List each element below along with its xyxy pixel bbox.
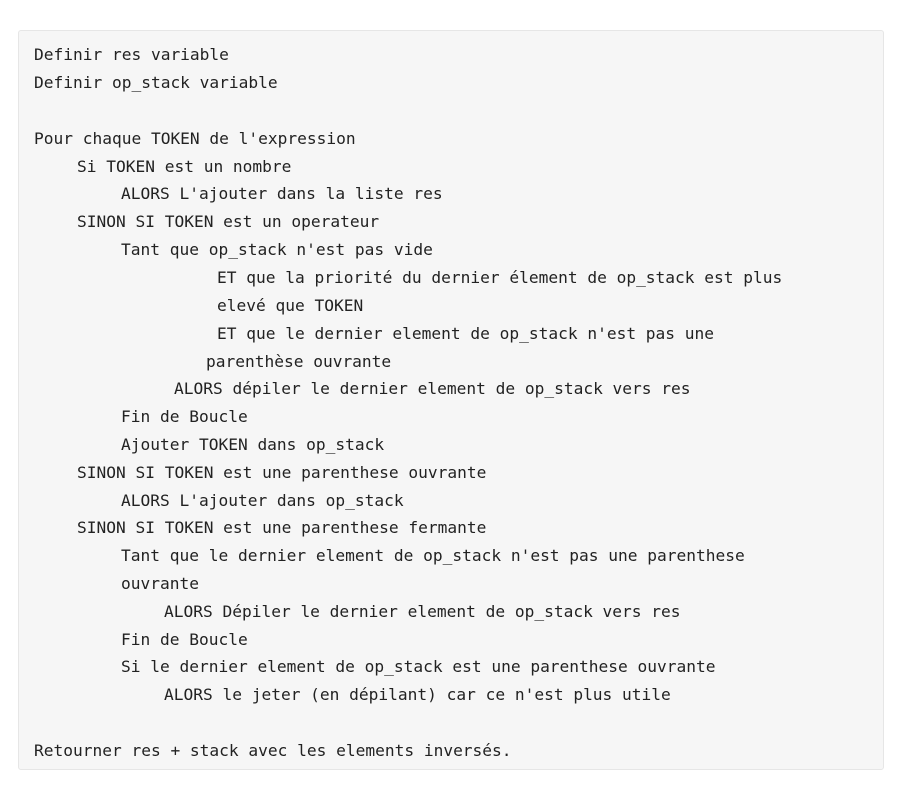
code-line: ET que la priorité du dernier élement de…: [217, 268, 783, 287]
code-line: SINON SI TOKEN est une parenthese ouvran…: [77, 463, 487, 482]
code-line: Retourner res + stack avec les elements …: [34, 741, 512, 760]
code-line: ALORS dépiler le dernier element de op_s…: [174, 379, 691, 398]
code-line: Ajouter TOKEN dans op_stack: [121, 435, 385, 454]
code-line: ouvrante: [121, 574, 199, 593]
code-line: Si le dernier element de op_stack est un…: [121, 657, 716, 676]
pseudocode-block: Definir res variable Definir op_stack va…: [18, 30, 884, 770]
code-line: Tant que op_stack n'est pas vide: [121, 240, 433, 259]
code-line: ALORS le jeter (en dépilant) car ce n'es…: [164, 685, 671, 704]
code-line: Fin de Boucle: [121, 407, 248, 426]
code-line: parenthèse ouvrante: [206, 352, 392, 371]
code-line: Pour chaque TOKEN de l'expression: [34, 129, 356, 148]
code-line: Tant que le dernier element de op_stack …: [121, 546, 745, 565]
code-line: ALORS L'ajouter dans la liste res: [121, 184, 443, 203]
code-line: Definir op_stack variable: [34, 73, 278, 92]
code-line: ALORS L'ajouter dans op_stack: [121, 491, 404, 510]
code-line: ALORS Dépiler le dernier element de op_s…: [164, 602, 681, 621]
code-line: Si TOKEN est un nombre: [77, 157, 292, 176]
code-line: SINON SI TOKEN est un operateur: [77, 212, 380, 231]
code-line: Definir res variable: [34, 45, 229, 64]
code-line: ET que le dernier element de op_stack n'…: [217, 324, 715, 343]
code-line: Fin de Boucle: [121, 630, 248, 649]
code-line: elevé que TOKEN: [217, 296, 364, 315]
code-line: SINON SI TOKEN est une parenthese ferman…: [77, 518, 487, 537]
